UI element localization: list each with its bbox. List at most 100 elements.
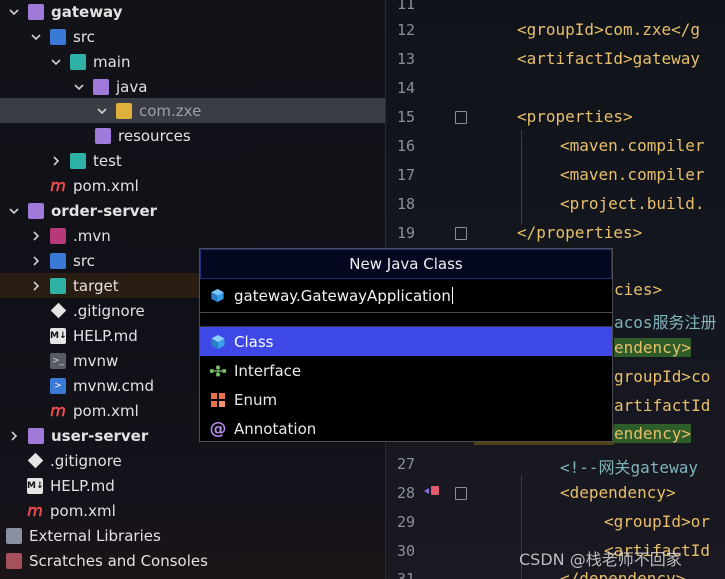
maven-icon: 𝘮 [50, 400, 66, 420]
markdown-icon: M↓ [27, 477, 44, 494]
tree-item-pom-xml[interactable]: 𝘮 pom.xml [0, 173, 385, 198]
tree-item-label: gateway [51, 2, 123, 21]
tree-item-label: test [93, 151, 122, 170]
code-line: <properties> [517, 107, 633, 126]
code-fragment: acos服务注册 [614, 313, 717, 332]
fold-marker-icon[interactable] [455, 487, 467, 500]
interface-icon [210, 363, 226, 379]
tree-item-label: .mvn [73, 226, 111, 245]
code-line: </properties> [517, 223, 643, 242]
class-name-input[interactable]: gateway.GatewayApplication [200, 279, 612, 313]
option-enum[interactable]: Enum [200, 385, 612, 414]
excluded-folder-icon [50, 277, 66, 294]
module-folder-icon [28, 3, 44, 20]
fold-marker-icon[interactable] [455, 227, 467, 240]
tree-item-label: pom.xml [73, 176, 139, 195]
chevron-down-icon[interactable] [8, 205, 20, 217]
tree-item-pom-xml[interactable]: 𝘮 pom.xml [0, 498, 385, 523]
tree-item-external-libraries[interactable]: External Libraries [0, 523, 385, 548]
module-folder-icon [28, 427, 44, 444]
tree-item-mvn[interactable]: .mvn [0, 223, 385, 248]
tree-item-label: order-server [51, 201, 158, 220]
code-fragment: artifactId [614, 396, 711, 415]
option-class[interactable]: Class [200, 327, 612, 356]
source-folder-icon [50, 28, 66, 45]
tree-item-label: user-server [51, 426, 149, 445]
enum-icon [210, 392, 226, 408]
libraries-icon [6, 527, 22, 544]
code-fragment: endency> [614, 424, 692, 443]
tree-item-label: HELP.md [50, 476, 115, 495]
tree-item-label: .gitignore [50, 451, 122, 470]
line-number: 17 [396, 166, 415, 184]
tree-item-label: target [73, 276, 119, 295]
chevron-down-icon[interactable] [50, 56, 62, 68]
fold-marker-icon[interactable] [455, 111, 467, 124]
annotation-icon: @ [209, 418, 227, 439]
line-number: 29 [396, 513, 415, 531]
code-fragment: groupId>co [614, 367, 711, 386]
tree-item-test[interactable]: test [0, 148, 385, 173]
tree-item-label: HELP.md [73, 326, 138, 345]
line-number: 16 [396, 137, 415, 155]
code-line: <dependency> [560, 483, 676, 502]
code-line: <groupId>com.zxe</g [517, 20, 701, 39]
source-root-icon [93, 78, 109, 95]
cmd-icon: > [50, 377, 66, 394]
tree-item-label: java [116, 77, 148, 96]
chevron-down-icon[interactable] [30, 31, 42, 43]
line-number: 31 [396, 570, 415, 579]
git-icon [27, 452, 44, 469]
tree-item-order-server[interactable]: order-server [0, 198, 385, 223]
tree-item-gitignore[interactable]: .gitignore [0, 448, 385, 473]
tree-item-src[interactable]: src [0, 24, 385, 49]
code-line: <!--网关gateway [560, 458, 698, 477]
tree-item-label: pom.xml [73, 401, 139, 420]
markdown-icon: M↓ [50, 327, 67, 344]
option-label: Class [234, 332, 274, 351]
option-label: Annotation [234, 419, 317, 438]
resources-folder-icon [95, 127, 111, 144]
tree-item-gateway[interactable]: gateway [0, 0, 385, 24]
dialog-title: New Java Class [200, 249, 612, 279]
line-number: 13 [396, 50, 415, 68]
new-java-class-dialog: New Java Class gateway.GatewayApplicatio… [199, 248, 613, 442]
tree-item-java[interactable]: java [0, 74, 385, 99]
tree-item-resources[interactable]: resources [0, 123, 385, 148]
option-interface[interactable]: Interface [200, 356, 612, 385]
code-line: </dependency> [560, 569, 686, 579]
code-line: <maven.compiler [560, 165, 705, 184]
chevron-right-icon[interactable] [30, 280, 42, 292]
shell-icon: >_ [50, 352, 66, 369]
tree-item-label: src [73, 251, 95, 270]
chevron-right-icon[interactable] [30, 230, 42, 242]
source-folder-icon [50, 252, 66, 269]
chevron-right-icon[interactable] [8, 430, 20, 442]
line-number: 27 [396, 455, 415, 473]
line-number: 15 [396, 108, 415, 126]
tree-item-label: .gitignore [73, 301, 145, 320]
package-icon [116, 102, 132, 119]
tree-item-com-zxe[interactable]: com.zxe [0, 98, 385, 123]
tree-item-scratches[interactable]: Scratches and Consoles [0, 548, 385, 573]
tree-item-label: src [73, 27, 95, 46]
chevron-right-icon[interactable] [50, 155, 62, 167]
line-number: 19 [396, 224, 415, 242]
tree-item-label: main [93, 52, 131, 71]
code-line: <groupId>or [604, 512, 710, 531]
chevron-down-icon[interactable] [8, 6, 20, 18]
chevron-down-icon[interactable] [73, 81, 85, 93]
gutter-dependency-icon[interactable] [423, 483, 441, 497]
dialog-separator [200, 313, 612, 327]
tree-item-label: Scratches and Consoles [29, 551, 208, 570]
code-fragment: cies> [614, 280, 663, 299]
maven-icon: 𝘮 [50, 175, 66, 195]
tree-item-help-md[interactable]: M↓ HELP.md [0, 473, 385, 498]
tree-item-main[interactable]: main [0, 49, 385, 74]
code-line: <artifactId>gateway [517, 49, 701, 68]
tree-item-label: pom.xml [50, 501, 116, 520]
option-annotation[interactable]: @ Annotation [200, 414, 612, 443]
chevron-right-icon[interactable] [30, 255, 42, 267]
chevron-down-icon[interactable] [96, 105, 108, 117]
class-cube-icon [211, 288, 224, 303]
